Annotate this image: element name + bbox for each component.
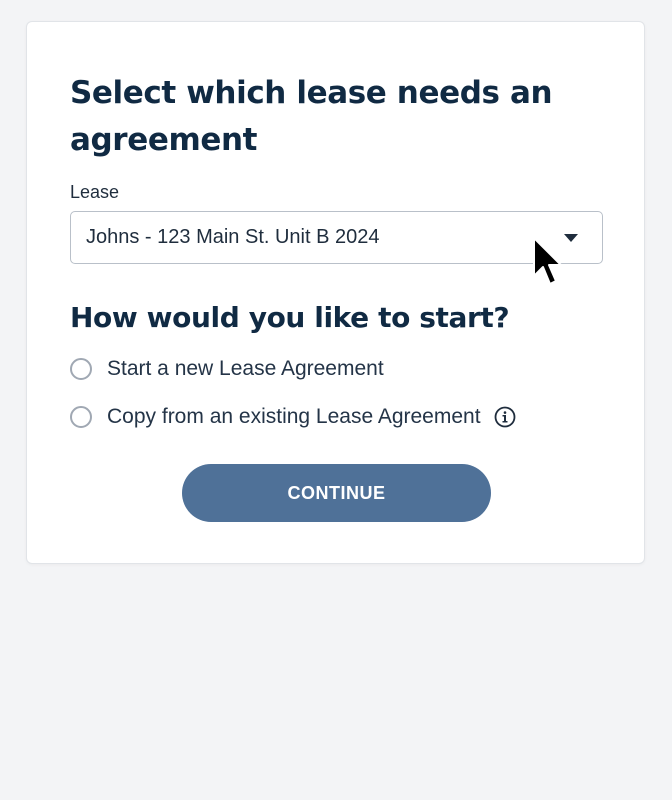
lease-agreement-card: Select which lease needs an agreement Le… (26, 21, 645, 564)
lease-select-value: Johns - 123 Main St. Unit B 2024 (86, 226, 380, 248)
info-icon[interactable] (494, 406, 516, 428)
page-title: Select which lease needs an agreement (70, 75, 553, 158)
lease-field-label: Lease (70, 182, 120, 202)
radio-button-new-agreement[interactable] (70, 358, 92, 380)
start-section-heading: How would you like to start? (70, 301, 510, 334)
page: Select which lease needs an agreement Le… (0, 0, 672, 800)
continue-button[interactable]: CONTINUE (182, 464, 491, 522)
chevron-down-icon (564, 234, 578, 242)
radio-label-new-agreement: Start a new Lease Agreement (107, 357, 384, 380)
radio-label-copy-existing: Copy from an existing Lease Agreement (107, 405, 481, 428)
radio-button-copy-existing[interactable] (70, 406, 92, 428)
radio-option-copy-existing[interactable]: Copy from an existing Lease Agreement (70, 402, 516, 432)
lease-select[interactable]: Johns - 123 Main St. Unit B 2024 (70, 211, 603, 264)
radio-option-new-agreement[interactable]: Start a new Lease Agreement (70, 354, 384, 384)
